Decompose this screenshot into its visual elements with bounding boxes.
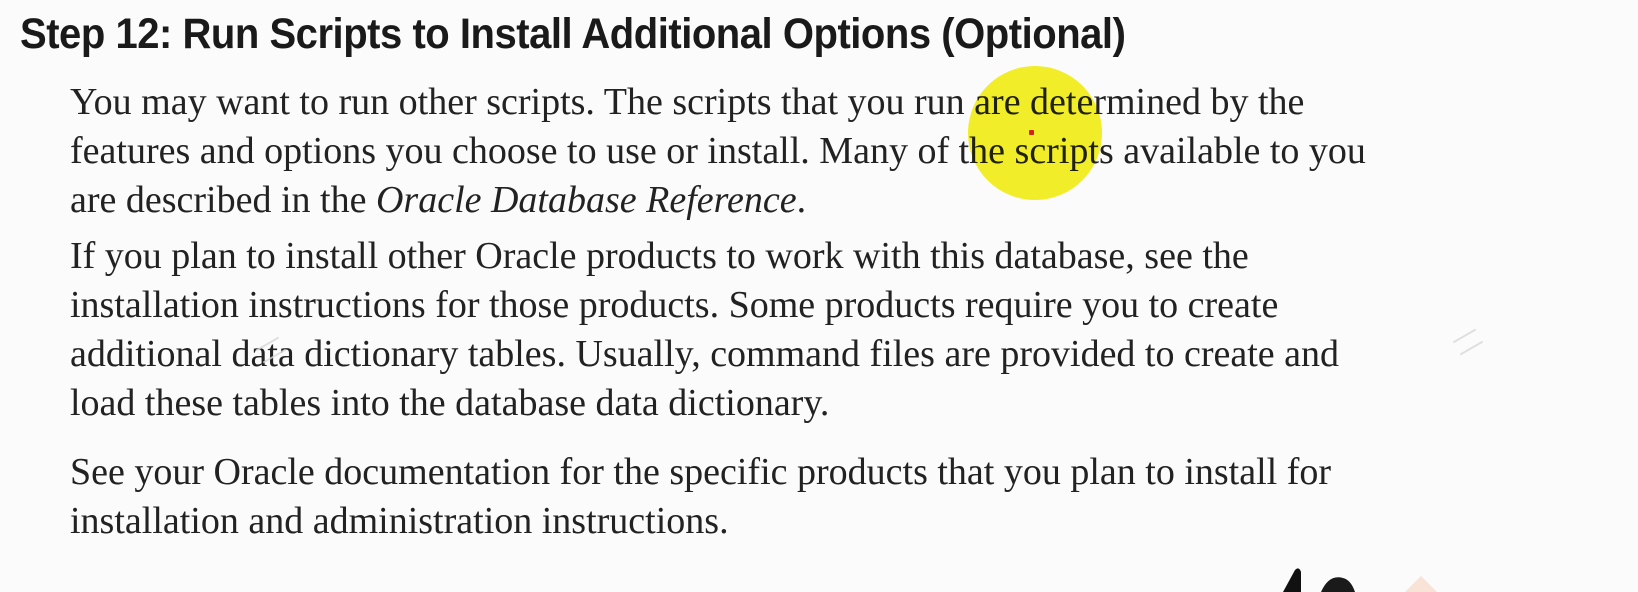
reference-prefix-text: are described in the [70, 179, 376, 221]
paragraph-documentation: See your Oracle documentation for the sp… [70, 448, 1638, 546]
mouse-pointer-dot [1029, 130, 1034, 135]
document-page: Step 12: Run Scripts to Install Addition… [0, 0, 1638, 592]
paragraph-line: load these tables into the database data… [70, 382, 830, 424]
paragraph-other-products: If you plan to install other Oracle prod… [70, 232, 1638, 428]
paragraph-line: installation instructions for those prod… [70, 284, 1279, 326]
paragraph-line: installation and administration instruct… [70, 500, 729, 542]
paragraph-line: See your Oracle documentation for the sp… [70, 451, 1332, 493]
cursor-highlight-circle [968, 66, 1102, 200]
partial-logo-graphic [1283, 568, 1437, 592]
paragraph-line: features and options you choose to use o… [70, 130, 1366, 172]
paragraph-line: are described in the Oracle Database Ref… [70, 176, 1638, 225]
reference-suffix-text: . [796, 179, 807, 221]
reference-title: Oracle Database Reference [375, 179, 797, 221]
paragraph-line: additional data dictionary tables. Usual… [70, 333, 1340, 375]
step-heading: Step 12: Run Scripts to Install Addition… [20, 10, 1126, 58]
paragraph-line: You may want to run other scripts. The s… [70, 81, 1305, 123]
paragraph-line: If you plan to install other Oracle prod… [70, 235, 1249, 277]
paragraph-scripts: You may want to run other scripts. The s… [70, 78, 1638, 225]
